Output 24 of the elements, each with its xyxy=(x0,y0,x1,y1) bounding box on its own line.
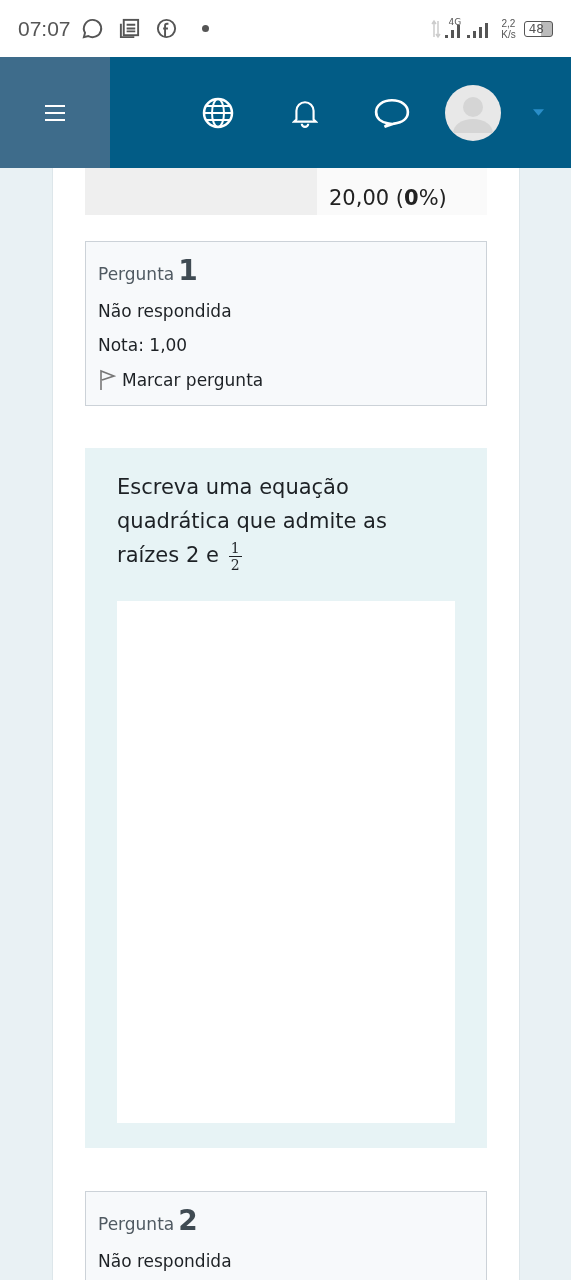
question-state: Não respondida xyxy=(98,301,233,321)
answer-field[interactable] xyxy=(117,600,455,1123)
network-label: 4G xyxy=(448,17,462,27)
flag-question-link[interactable]: Marcar pergunta xyxy=(98,369,474,391)
question-state: Não respondida xyxy=(98,1250,233,1271)
dot-icon xyxy=(201,25,209,32)
flag-icon xyxy=(98,369,116,391)
clock-time: 07:07 xyxy=(18,16,71,41)
avatar[interactable] xyxy=(445,84,501,141)
question-label: Pergunta xyxy=(98,1213,175,1234)
question-grade: Nota: 1,00 xyxy=(98,335,189,355)
grade-value: 20,00 (0%) xyxy=(329,186,447,210)
circle-f-icon xyxy=(154,17,178,40)
data-arrows-icon xyxy=(430,18,441,39)
globe-icon[interactable] xyxy=(202,96,234,129)
speed-unit: K/s xyxy=(501,28,516,40)
news-icon xyxy=(117,17,141,40)
question-number: 2 xyxy=(178,1203,198,1237)
chat-bubble-icon[interactable] xyxy=(374,97,410,128)
battery-indicator: 48 xyxy=(523,20,553,37)
question-number: 1 xyxy=(178,254,198,287)
speed-value: 2,2 xyxy=(501,17,516,29)
chat-icon xyxy=(80,17,104,40)
question-label: Pergunta xyxy=(98,264,175,284)
